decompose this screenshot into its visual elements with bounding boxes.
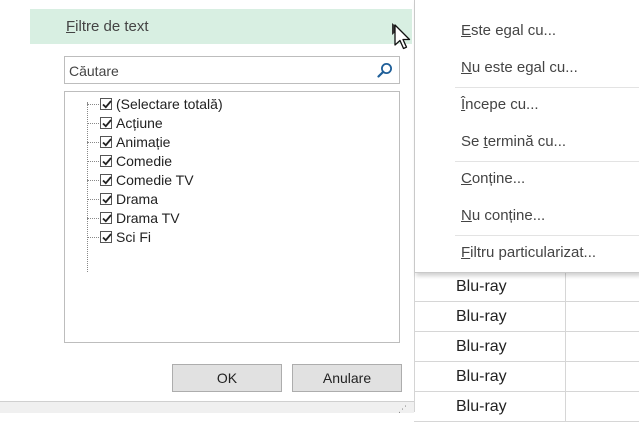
cell-empty[interactable] xyxy=(566,272,639,302)
filter-panel: Filtre de text (Selectare totală) Acțiun… xyxy=(0,0,415,415)
search-icon[interactable] xyxy=(377,62,393,78)
filter-value-list[interactable]: (Selectare totală) Acțiune Animație Come… xyxy=(64,91,400,343)
cancel-button[interactable]: Anulare xyxy=(292,364,402,392)
cell-blu-ray[interactable]: Blu-ray xyxy=(414,392,566,422)
cell-empty[interactable] xyxy=(566,332,639,362)
menu-separator xyxy=(455,235,639,236)
list-item-animatie[interactable]: Animație xyxy=(87,132,170,152)
list-item-label: Drama TV xyxy=(116,210,180,226)
menu-item-not-contains[interactable]: Nu conține... xyxy=(461,207,545,224)
menu-item-equals[interactable]: Este egal cu... xyxy=(461,22,556,39)
text-filters-submenu: Este egal cu... Nu este egal cu... Încep… xyxy=(414,0,639,273)
spreadsheet-cells: Blu-ray Blu-ray Blu-ray Blu-ray Blu-ray xyxy=(414,272,639,422)
ok-button[interactable]: OK xyxy=(172,364,282,392)
checkbox[interactable] xyxy=(100,98,112,110)
cell-blu-ray[interactable]: Blu-ray xyxy=(414,332,566,362)
checkbox[interactable] xyxy=(100,155,112,167)
cell-empty[interactable] xyxy=(566,362,639,392)
list-item-label: Comedie TV xyxy=(116,172,194,188)
checkbox[interactable] xyxy=(100,117,112,129)
menu-separator xyxy=(455,161,639,162)
menu-item-custom-filter[interactable]: Filtru particularizat... xyxy=(461,244,596,261)
checkbox[interactable] xyxy=(100,231,112,243)
checkbox[interactable] xyxy=(100,193,112,205)
checkbox[interactable] xyxy=(100,136,112,148)
list-item-label: Animație xyxy=(116,134,171,150)
list-item-comedie[interactable]: Comedie xyxy=(87,151,172,171)
list-item-actiune[interactable]: Acțiune xyxy=(87,113,163,133)
resize-bar: ⋰ xyxy=(0,401,414,415)
list-item-label: Acțiune xyxy=(116,115,163,131)
checkbox[interactable] xyxy=(100,212,112,224)
list-item-label: (Selectare totală) xyxy=(116,96,223,112)
menu-item-ends-with[interactable]: Se termină cu... xyxy=(461,133,566,150)
list-item-label: Comedie xyxy=(116,153,173,169)
menu-item-not-equals[interactable]: Nu este egal cu... xyxy=(461,59,578,76)
list-item-sci-fi[interactable]: Sci Fi xyxy=(87,227,151,247)
cell-empty[interactable] xyxy=(566,392,639,422)
cell-blu-ray[interactable]: Blu-ray xyxy=(414,362,566,392)
menu-item-contains[interactable]: Conține... xyxy=(461,170,525,187)
list-item-label: Sci Fi xyxy=(116,229,151,245)
text-filters-menu-item[interactable]: Filtre de text xyxy=(30,9,412,44)
list-item-drama-tv[interactable]: Drama TV xyxy=(87,208,180,228)
list-item-label: Drama xyxy=(116,191,159,207)
menu-item-begins-with[interactable]: Începe cu... xyxy=(461,96,539,113)
list-item-select-all[interactable]: (Selectare totală) xyxy=(87,94,223,114)
search-box[interactable] xyxy=(64,56,400,84)
cell-blu-ray[interactable]: Blu-ray xyxy=(414,272,566,302)
list-item-drama[interactable]: Drama xyxy=(87,189,158,209)
menu-separator xyxy=(455,87,639,88)
checkbox[interactable] xyxy=(100,174,112,186)
resize-grip-icon[interactable]: ⋰ xyxy=(398,404,407,415)
search-input[interactable] xyxy=(67,59,371,83)
cell-blu-ray[interactable]: Blu-ray xyxy=(414,302,566,332)
text-filters-label: Filtre de text xyxy=(66,18,149,35)
mouse-cursor-icon xyxy=(394,24,411,50)
cell-empty[interactable] xyxy=(566,302,639,332)
list-item-comedie-tv[interactable]: Comedie TV xyxy=(87,170,194,190)
